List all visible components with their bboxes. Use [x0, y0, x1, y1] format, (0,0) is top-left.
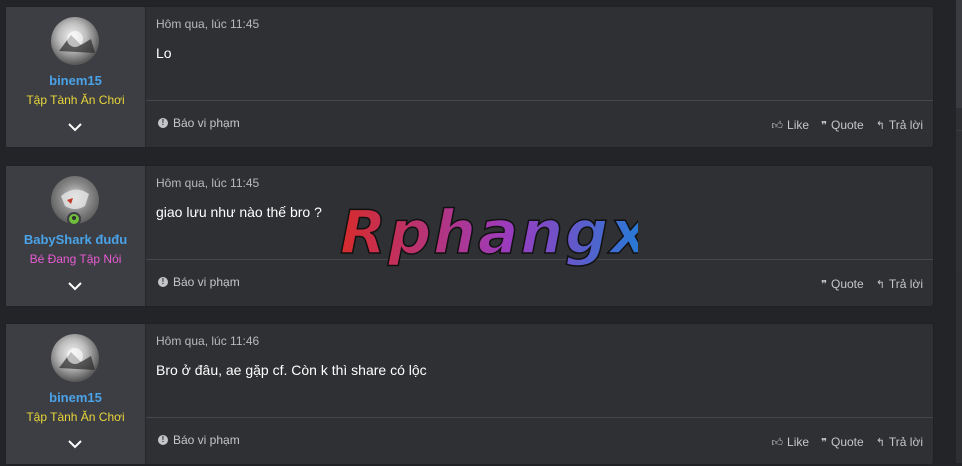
thumbs-up-icon: 👍︎ [771, 436, 784, 449]
post: binem15 Tập Tành Ăn Chơi Hôm qua, lúc 11… [5, 6, 934, 148]
chevron-down-icon[interactable] [67, 438, 83, 450]
reply-icon: ↰ [875, 278, 885, 291]
post-date[interactable]: Hôm qua, lúc 11:45 [156, 17, 259, 31]
report-label: Báo vi phạm [173, 433, 240, 447]
like-button[interactable]: 👍︎ Like [772, 435, 810, 449]
reply-icon: ↰ [875, 119, 885, 132]
quote-icon: ❞ [821, 119, 827, 132]
reply-button[interactable]: ↰ Trả lời [876, 435, 923, 449]
user-panel: BabyShark đuđu Bé Đang Tập Nói [6, 166, 146, 306]
quote-button[interactable]: ❞ Quote [821, 277, 864, 291]
quote-label: Quote [830, 435, 864, 449]
avatar[interactable] [51, 334, 99, 382]
post-date[interactable]: Hôm qua, lúc 11:45 [156, 176, 259, 190]
warning-icon: ! [158, 118, 168, 128]
post-date[interactable]: Hôm qua, lúc 11:46 [156, 334, 259, 348]
post-actions: 👍︎ Like ❞ Quote ↰ Trả lời [760, 118, 923, 132]
reply-button[interactable]: ↰ Trả lời [876, 277, 923, 291]
reply-label: Trả lời [888, 118, 923, 132]
warning-icon: ! [158, 277, 168, 287]
online-status-icon [67, 212, 81, 226]
right-sidebar-edge [956, 0, 962, 463]
username[interactable]: binem15 [6, 73, 145, 88]
post: binem15 Tập Tành Ăn Chơi Hôm qua, lúc 11… [5, 323, 934, 465]
post-footer: ! Báo vi phạm 👍︎ Like ❞ Quote ↰ Trả lời [146, 100, 933, 149]
chevron-down-icon[interactable] [67, 121, 83, 133]
warning-icon: ! [158, 435, 168, 445]
quote-icon: ❞ [821, 436, 827, 449]
quote-label: Quote [830, 118, 864, 132]
user-panel: binem15 Tập Tành Ăn Chơi [6, 324, 146, 464]
report-link[interactable]: ! Báo vi phạm [158, 433, 240, 447]
watermark-logo: Rphangx [338, 195, 650, 291]
post-actions: ❞ Quote ↰ Trả lời [809, 277, 923, 291]
reply-label: Trả lời [888, 277, 923, 291]
chevron-down-icon[interactable] [67, 280, 83, 292]
quote-button[interactable]: ❞ Quote [821, 118, 864, 132]
post-message: Lo [156, 45, 172, 61]
like-label: Like [787, 435, 810, 449]
report-label: Báo vi phạm [173, 275, 240, 289]
user-panel: binem15 Tập Tành Ăn Chơi [6, 7, 146, 147]
watermark-text: Rphangx [340, 198, 638, 268]
report-link[interactable]: ! Báo vi phạm [158, 116, 240, 130]
username[interactable]: BabyShark đuđu [6, 232, 145, 247]
post-message: giao lưu như nào thế bro ? [156, 204, 322, 220]
reply-label: Trả lời [888, 435, 923, 449]
quote-button[interactable]: ❞ Quote [821, 435, 864, 449]
user-title: Tập Tành Ăn Chơi [26, 93, 125, 107]
like-label: Like [787, 118, 810, 132]
avatar[interactable] [51, 17, 99, 65]
report-link[interactable]: ! Báo vi phạm [158, 275, 240, 289]
quote-label: Quote [830, 277, 864, 291]
username[interactable]: binem15 [6, 390, 145, 405]
user-title: Bé Đang Tập Nói [29, 252, 122, 266]
post-actions: 👍︎ Like ❞ Quote ↰ Trả lời [760, 435, 923, 449]
post-message: Bro ở đâu, ae gặp cf. Còn k thì share có… [156, 362, 427, 378]
report-label: Báo vi phạm [173, 116, 240, 130]
reply-button[interactable]: ↰ Trả lời [876, 118, 923, 132]
post-footer: ! Báo vi phạm 👍︎ Like ❞ Quote ↰ Trả lời [146, 417, 933, 466]
thumbs-up-icon: 👍︎ [771, 119, 784, 132]
reply-icon: ↰ [875, 436, 885, 449]
quote-icon: ❞ [821, 278, 827, 291]
user-title: Tập Tành Ăn Chơi [26, 410, 125, 424]
like-button[interactable]: 👍︎ Like [772, 118, 810, 132]
